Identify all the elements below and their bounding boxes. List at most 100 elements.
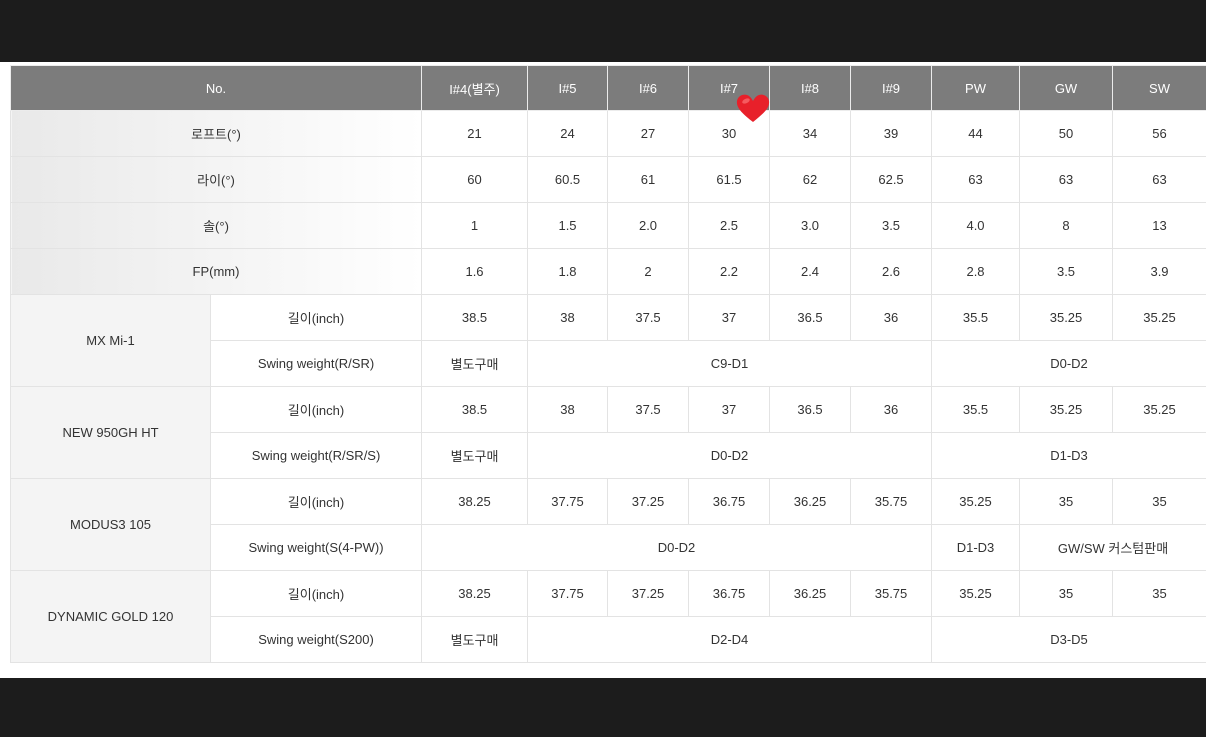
header-col: I#8	[769, 65, 852, 111]
table-cell: 38	[527, 386, 609, 433]
table-cell: 56	[1112, 110, 1206, 157]
table-cell: 35	[1019, 570, 1114, 617]
table-cell: 35.75	[850, 570, 933, 617]
table-cell: 35.25	[1019, 386, 1114, 433]
table-cell: 36	[850, 386, 933, 433]
table-cell: 35	[1112, 478, 1206, 525]
table-cell: 61	[607, 156, 690, 203]
table-cell: GW/SW 커스텀판매	[1019, 524, 1206, 571]
spec-table: No. I#4(별주) I#5 I#6 I#7 I#8 I#9 PW GW SW…	[9, 65, 1206, 663]
table-row: 솔(°) 1 1.5 2.0 2.5 3.0 3.5 4.0 8 13	[9, 202, 1206, 249]
table-cell: 13	[1112, 202, 1206, 249]
sub-label: Swing weight(R/SR)	[209, 340, 423, 387]
table-cell: 37.25	[607, 570, 690, 617]
table-cell: 36.5	[769, 294, 852, 341]
header-row: No. I#4(별주) I#5 I#6 I#7 I#8 I#9 PW GW SW	[9, 65, 1206, 111]
table-cell: 3.5	[850, 202, 933, 249]
table-cell: 62	[769, 156, 852, 203]
table-cell: 37	[688, 294, 771, 341]
heart-icon	[736, 94, 770, 122]
row-label: 로프트(°)	[9, 110, 423, 157]
header-col: GW	[1019, 65, 1114, 111]
table-cell: 35.25	[1112, 294, 1206, 341]
table-cell: 37.5	[607, 294, 690, 341]
row-label: 솔(°)	[9, 202, 423, 249]
table-cell: D0-D2	[421, 524, 933, 571]
table-cell: 21	[421, 110, 529, 157]
table-cell: 2.5	[688, 202, 771, 249]
spec-page: No. I#4(별주) I#5 I#6 I#7 I#8 I#9 PW GW SW…	[0, 62, 1206, 678]
table-cell: 37.75	[527, 478, 609, 525]
shaft-name: MODUS3 105	[10, 478, 211, 571]
table-cell: 35.25	[1019, 294, 1114, 341]
sub-label: 길이(inch)	[209, 386, 423, 433]
table-cell: 36.75	[688, 570, 771, 617]
sub-label: Swing weight(S200)	[209, 616, 423, 663]
table-cell: 3.9	[1112, 248, 1206, 295]
table-cell: 2.4	[769, 248, 852, 295]
header-col: SW	[1112, 65, 1206, 111]
table-cell: 35.25	[1112, 386, 1206, 433]
table-row: NEW 950GH HT 길이(inch) 38.5 38 37.5 37 36…	[10, 386, 1206, 479]
table-cell: 36.75	[688, 478, 771, 525]
table-row: DYNAMIC GOLD 120 길이(inch) 38.25 37.75 37…	[10, 570, 1206, 663]
table-cell: 2.8	[931, 248, 1021, 295]
table-row: 로프트(°) 21 24 27 30 34 39 44 50 56	[9, 110, 1206, 157]
table-cell: 39	[850, 110, 933, 157]
table-cell: 35.75	[850, 478, 933, 525]
table-cell: 36	[850, 294, 933, 341]
header-col: PW	[931, 65, 1021, 111]
header-col: I#5	[527, 65, 609, 111]
table-cell: 37.75	[527, 570, 609, 617]
table-cell: C9-D1	[527, 340, 933, 387]
table-cell: 8	[1019, 202, 1114, 249]
table-cell: 60	[421, 156, 529, 203]
shaft-name: DYNAMIC GOLD 120	[10, 570, 211, 663]
table-cell: 36.25	[769, 478, 852, 525]
sub-label: 길이(inch)	[209, 570, 423, 617]
table-cell: 38.5	[421, 294, 529, 341]
table-cell: D2-D4	[527, 616, 933, 663]
table-cell: 별도구매	[421, 616, 529, 663]
table-cell: 50	[1019, 110, 1114, 157]
table-cell: 35.5	[931, 386, 1021, 433]
table-cell: D1-D3	[931, 524, 1021, 571]
table-cell: 61.5	[688, 156, 771, 203]
table-cell: D0-D2	[527, 432, 933, 479]
table-cell: 2.0	[607, 202, 690, 249]
table-cell: 35	[1019, 478, 1114, 525]
table-row: FP(mm) 1.6 1.8 2 2.2 2.4 2.6 2.8 3.5 3.9	[9, 248, 1206, 295]
header-col: I#4(별주)	[421, 65, 529, 111]
table-cell: 36.25	[769, 570, 852, 617]
table-cell: 35.25	[931, 478, 1021, 525]
table-cell: 60.5	[527, 156, 609, 203]
table-cell: 34	[769, 110, 852, 157]
table-cell: 35.5	[931, 294, 1021, 341]
table-cell: 2.2	[688, 248, 771, 295]
table-cell: 63	[1112, 156, 1206, 203]
table-cell: 38.5	[421, 386, 529, 433]
row-label: 라이(°)	[9, 156, 423, 203]
sub-label: Swing weight(R/SR/S)	[209, 432, 423, 479]
table-cell: 3.0	[769, 202, 852, 249]
table-cell: 36.5	[769, 386, 852, 433]
table-cell: 44	[931, 110, 1021, 157]
table-cell: 27	[607, 110, 690, 157]
table-cell: 24	[527, 110, 609, 157]
table-cell: 37.5	[607, 386, 690, 433]
table-cell: 35.25	[931, 570, 1021, 617]
header-no: No.	[9, 65, 423, 111]
shaft-name: NEW 950GH HT	[10, 386, 211, 479]
shaft-name: MX Mi-1	[10, 294, 211, 387]
table-cell: 3.5	[1019, 248, 1114, 295]
sub-label: 길이(inch)	[209, 478, 423, 525]
table-cell: D0-D2	[931, 340, 1206, 387]
table-cell: 별도구매	[421, 432, 529, 479]
table-cell: D1-D3	[931, 432, 1206, 479]
table-cell: 1.5	[527, 202, 609, 249]
table-cell: 35	[1112, 570, 1206, 617]
table-cell: 62.5	[850, 156, 933, 203]
table-cell: D3-D5	[931, 616, 1206, 663]
sub-label: 길이(inch)	[209, 294, 423, 341]
table-cell: 1.8	[527, 248, 609, 295]
